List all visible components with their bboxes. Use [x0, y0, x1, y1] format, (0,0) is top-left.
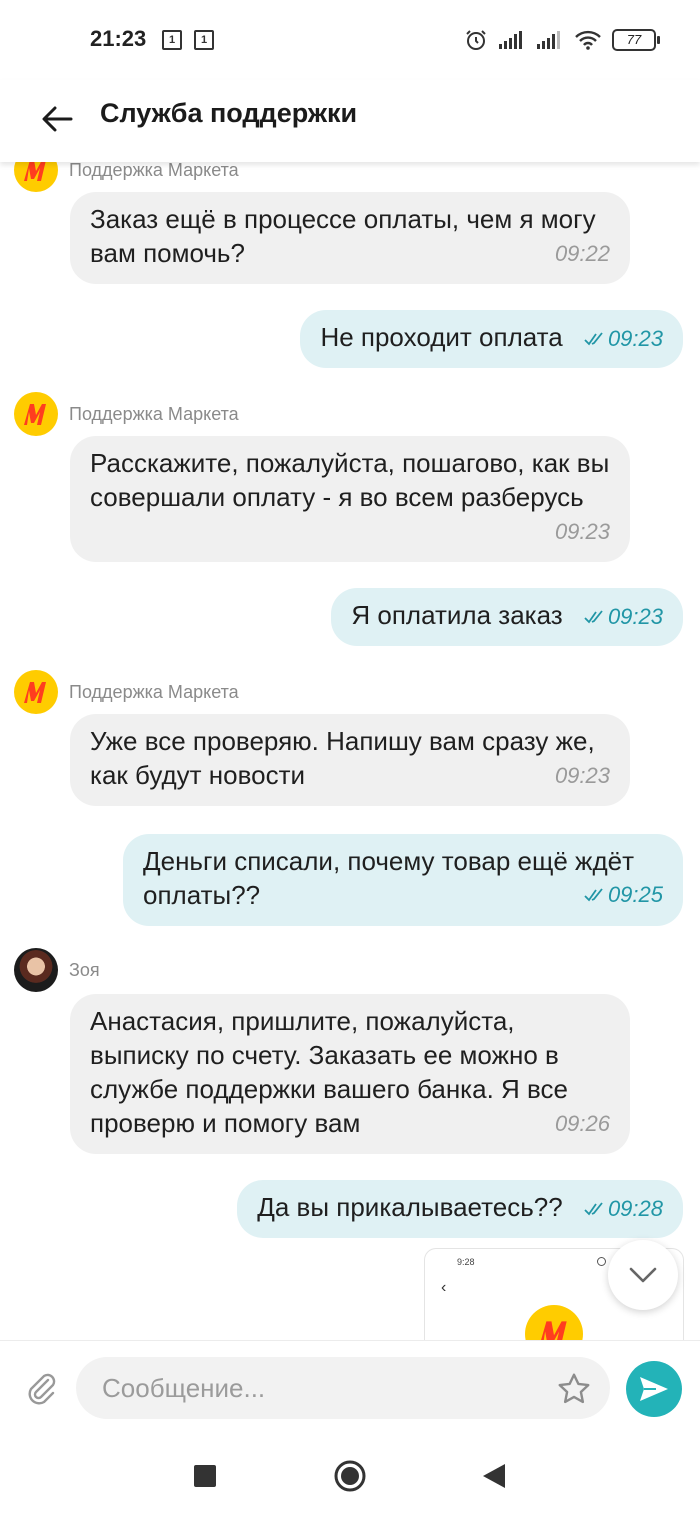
incoming-message[interactable]: Анастасия, пришлите, пожалуйста, выписку…	[70, 994, 630, 1154]
signal-icon-2	[537, 31, 560, 49]
page-title: Служба поддержки	[100, 98, 358, 128]
message-meta: 09:28	[584, 1192, 663, 1226]
double-check-icon	[584, 332, 603, 346]
scroll-down-button[interactable]	[608, 1240, 678, 1310]
attachment-back-icon: ‹	[441, 1279, 447, 1296]
sim2-icon: 1	[194, 30, 214, 50]
outgoing-message[interactable]: Я оплатила заказ 09:23	[331, 588, 683, 646]
message-time: 09:23	[554, 763, 610, 788]
message-text: Не проходит оплата	[320, 322, 563, 352]
sender-header: Поддержка Маркета	[14, 162, 239, 192]
app-header: Служба поддержки	[0, 80, 700, 162]
sender-name: Поддержка Маркета	[69, 681, 239, 702]
sender-name: Поддержка Маркета	[69, 162, 239, 180]
message-time: 09:28	[607, 1196, 663, 1221]
back-nav-button[interactable]	[474, 1456, 514, 1496]
send-icon	[640, 1377, 668, 1401]
incoming-message[interactable]: Уже все проверяю. Напишу вам сразу же, к…	[70, 714, 630, 806]
status-bar: 21:23 1 1 77	[0, 0, 700, 80]
home-button[interactable]	[330, 1456, 370, 1496]
nav-square-icon	[194, 1465, 216, 1487]
outgoing-message[interactable]: Деньги списали, почему товар ещё ждёт оп…	[123, 834, 683, 926]
market-logo-icon	[24, 404, 46, 425]
market-avatar	[14, 670, 58, 714]
attachment-market-logo	[525, 1305, 583, 1340]
system-nav-bar	[0, 1432, 700, 1517]
outgoing-message[interactable]: Да вы прикалываетесь?? 09:28	[237, 1180, 683, 1238]
sender-header: Зоя	[14, 948, 100, 992]
market-logo-icon	[24, 682, 46, 703]
message-time: 09:23	[607, 604, 663, 629]
message-time: 09:25	[607, 882, 663, 907]
sender-header: Поддержка Маркета	[14, 392, 239, 436]
message-text: Анастасия, пришлите, пожалуйста, выписку…	[90, 1006, 569, 1138]
message-text: Я оплатила заказ	[351, 600, 563, 630]
message-text: Заказ ещё в процессе оплаты, чем я могу …	[90, 204, 596, 268]
status-time: 21:23	[90, 26, 147, 51]
outgoing-message[interactable]: Не проходит оплата 09:23	[300, 310, 683, 368]
battery-icon: 77	[612, 29, 660, 51]
market-logo-icon	[24, 162, 46, 181]
attachment-alarm-icon	[597, 1257, 606, 1266]
incoming-message[interactable]: Расскажите, пожалуйста, пошагово, как вы…	[70, 436, 630, 562]
message-meta: 09:23	[584, 600, 663, 634]
message-text: Деньги списали, почему товар ещё ждёт оп…	[143, 846, 634, 910]
nav-triangle-icon	[483, 1464, 505, 1488]
sender-header: Поддержка Маркета	[14, 670, 239, 714]
sim1-icon: 1	[162, 30, 182, 50]
favorites-button[interactable]	[554, 1369, 594, 1409]
sender-name: Зоя	[69, 959, 100, 980]
message-time: 09:22	[554, 241, 610, 266]
back-arrow-icon	[42, 106, 73, 132]
message-time: 09:23	[607, 326, 663, 351]
message-time: 09:26	[554, 1111, 610, 1136]
message-text: Да вы прикалываетесь??	[257, 1192, 563, 1222]
send-button[interactable]	[626, 1361, 682, 1417]
wifi-icon	[575, 30, 601, 50]
alarm-icon	[466, 30, 486, 50]
double-check-icon	[584, 1202, 603, 1216]
chat-history[interactable]: Поддержка Маркета Заказ ещё в процессе о…	[0, 162, 700, 1340]
double-check-icon	[584, 888, 603, 902]
attach-button[interactable]	[20, 1367, 62, 1409]
star-icon	[558, 1373, 590, 1404]
paperclip-icon	[28, 1373, 56, 1405]
message-composer	[0, 1340, 700, 1432]
sender-name: Поддержка Маркета	[69, 403, 239, 424]
market-logo-icon	[541, 1321, 567, 1340]
message-input[interactable]	[76, 1357, 610, 1419]
message-meta: 09:25	[584, 878, 663, 912]
recents-button[interactable]	[185, 1456, 225, 1496]
market-avatar	[14, 392, 58, 436]
message-text: Уже все проверяю. Напишу вам сразу же, к…	[90, 726, 595, 790]
chevron-down-icon	[629, 1267, 657, 1283]
market-avatar	[14, 162, 58, 192]
status-icons: 77	[464, 26, 660, 54]
message-text: Расскажите, пожалуйста, пошагово, как вы…	[90, 448, 610, 512]
back-button[interactable]	[32, 94, 82, 144]
incoming-message[interactable]: Заказ ещё в процессе оплаты, чем я могу …	[70, 192, 630, 284]
zoya-avatar	[14, 948, 58, 992]
attachment-status-time: 9:28	[457, 1257, 475, 1267]
signal-icon	[499, 31, 522, 49]
nav-circle-icon	[334, 1460, 366, 1492]
double-check-icon	[584, 610, 603, 624]
message-time: 09:23	[554, 519, 610, 544]
message-meta: 09:23	[584, 322, 663, 356]
